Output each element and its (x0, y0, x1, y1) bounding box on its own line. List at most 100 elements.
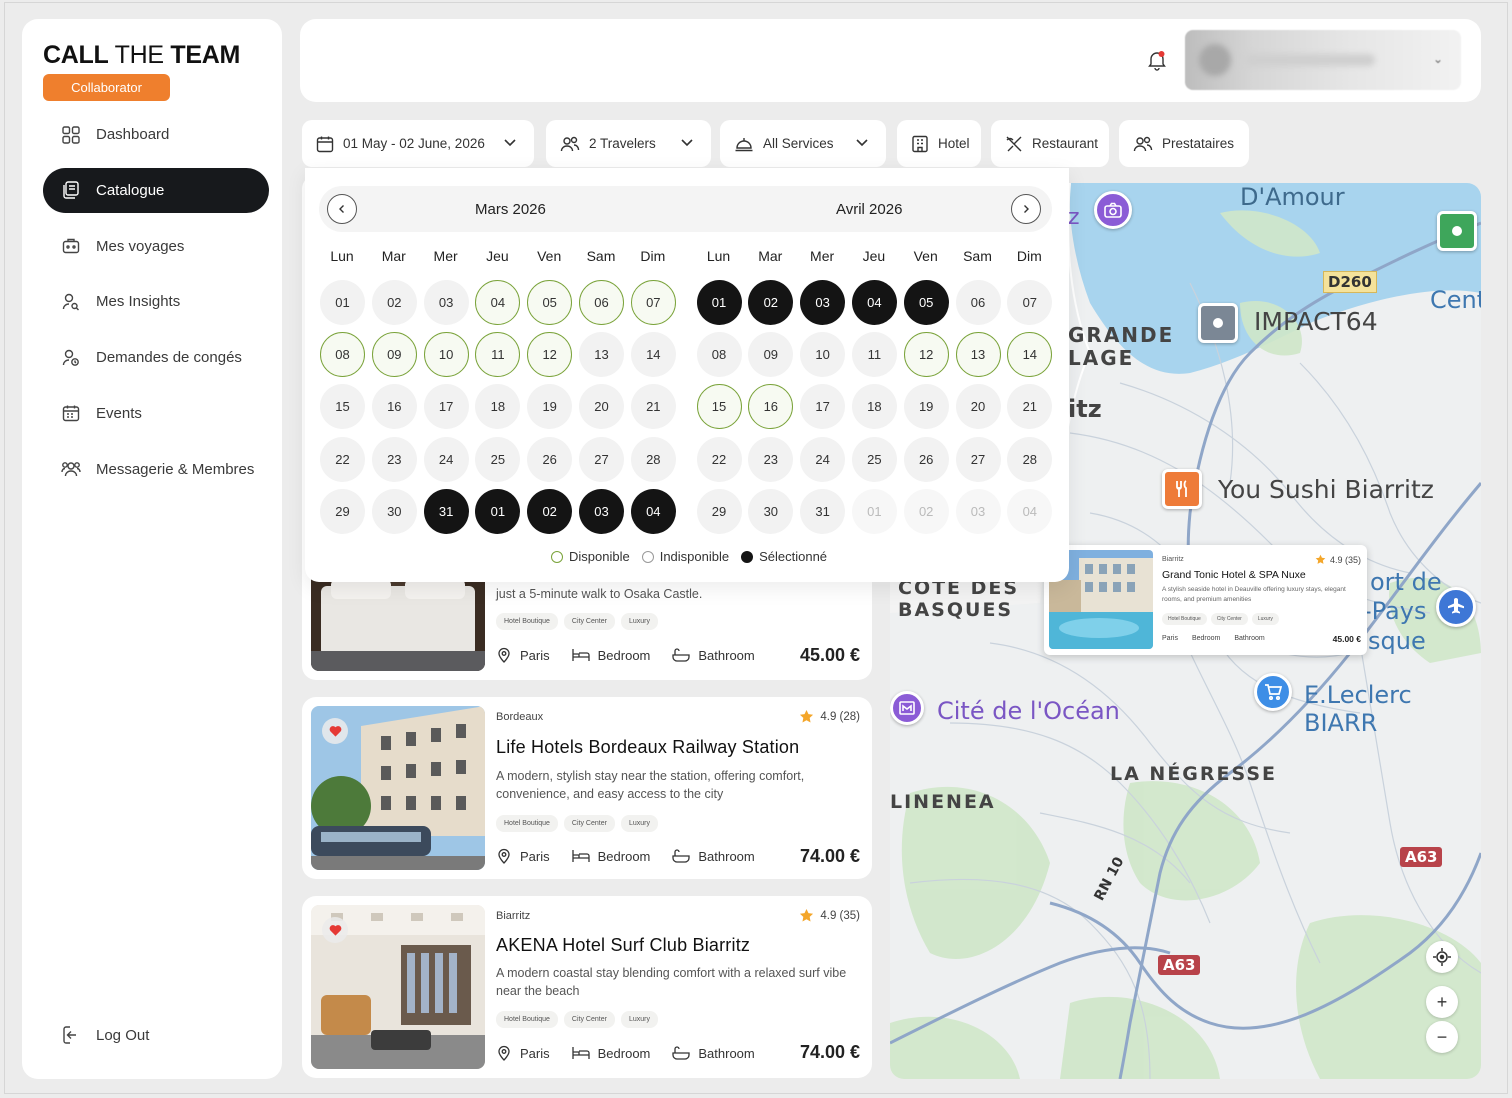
role-badge: Collaborator (43, 74, 170, 101)
sidebar-item-label: Demandes de congés (96, 349, 242, 367)
venue-pin-icon[interactable] (1198, 303, 1238, 343)
march-day-cell[interactable]: 04 (630, 488, 676, 534)
april-day-cell: 24 (800, 436, 846, 482)
favorite-button[interactable] (322, 917, 348, 943)
favorite-button[interactable] (322, 718, 348, 744)
notification-bell-icon[interactable] (1146, 49, 1168, 71)
march-day-cell[interactable]: 02 (527, 488, 573, 534)
tag: Hotel Boutique (1162, 613, 1207, 625)
zoom-in-button[interactable]: + (1426, 986, 1458, 1018)
sidebar-item-mes-insights[interactable]: Mes Insights (43, 279, 269, 324)
april-weekday-header: Jeu (862, 248, 886, 264)
star-icon (800, 908, 814, 922)
hotel-bedroom: Bedroom (597, 647, 651, 663)
march-day-cell[interactable]: 11 (475, 332, 521, 378)
month-title-left: Mars 2026 (475, 201, 546, 218)
tag: City Center (563, 1011, 615, 1028)
march-day-cell[interactable]: 31 (423, 488, 469, 534)
march-weekday-header: Mer (433, 248, 458, 264)
april-day-cell[interactable]: 12 (903, 332, 949, 378)
march-day-cell[interactable]: 07 (630, 280, 676, 325)
march-day-cell[interactable]: 01 (475, 488, 521, 534)
march-day-cell: 03 (423, 280, 469, 325)
sidebar-item-events[interactable]: Events (43, 391, 269, 436)
sidebar-item-label: Catalogue (96, 181, 165, 199)
map-hotel-popup[interactable]: Biarritz 4.9 (35) Grand Tonic Hotel & SP… (1044, 545, 1367, 655)
april-day-cell: 23 (748, 436, 794, 482)
restaurant-filter-button[interactable]: Restaurant (991, 120, 1109, 167)
tag: Luxury (620, 815, 658, 832)
sidebar-item-catalogue[interactable]: Catalogue (43, 167, 269, 213)
hotel-meta: Paris Bedroom Bathroom (496, 647, 777, 663)
april-day-cell[interactable]: 14 (1007, 332, 1053, 378)
april-weekday-header: Mar (758, 248, 783, 264)
sidebar-item-label: Mes Insights (96, 293, 181, 311)
date-range-value: 01 May - 02 June, 2026 (343, 136, 485, 151)
april-day-cell: 11 (851, 332, 897, 378)
april-day-cell: 31 (800, 488, 846, 534)
april-day-cell[interactable]: 05 (903, 280, 949, 325)
april-day-cell[interactable]: 15 (696, 384, 742, 430)
march-day-cell[interactable]: 06 (579, 280, 624, 325)
hotel-card[interactable]: Biarritz 4.9 (35) AKENA Hotel Surf Club … (302, 896, 872, 1078)
sidebar-item-dashboard[interactable]: Dashboard (43, 112, 269, 157)
hotel-card[interactable]: Bordeaux 4.9 (28) Life Hotels Bordeaux R… (302, 697, 872, 879)
date-range-select[interactable]: 01 May - 02 June, 2026 (302, 120, 534, 167)
user-profile-menu[interactable]: ⌄ (1185, 30, 1461, 90)
museum-pin-icon[interactable] (890, 691, 924, 725)
park-pin-icon[interactable] (1437, 211, 1477, 251)
sidebar: CALL THE TEAM Collaborator Dashboard Cat… (22, 19, 282, 1079)
march-day-cell[interactable]: 08 (320, 332, 365, 378)
airport-pin-icon[interactable] (1436, 587, 1476, 627)
march-day-cell: 26 (527, 436, 573, 482)
march-day-cell[interactable]: 05 (527, 280, 573, 325)
april-day-cell[interactable]: 04 (851, 280, 897, 325)
hotel-rating-value: 4.9 (35) (820, 909, 860, 922)
services-select[interactable]: All Services (720, 120, 886, 167)
april-day-cell: 08 (696, 332, 742, 378)
hotel-filter-button[interactable]: Hotel (897, 120, 981, 167)
sidebar-item-demandes-conges[interactable]: Demandes de congés (43, 335, 269, 380)
prev-month-button[interactable] (327, 194, 357, 224)
camera-pin-icon[interactable] (1094, 191, 1132, 229)
brand-logo[interactable]: CALL THE TEAM (43, 41, 240, 70)
prestataires-filter-button[interactable]: Prestataires (1119, 120, 1249, 167)
march-day-cell[interactable]: 03 (579, 488, 624, 534)
service-bell-icon (735, 137, 753, 151)
april-day-cell[interactable]: 01 (696, 280, 742, 325)
map-label: LA NÉGRESSE (1110, 763, 1278, 785)
march-day-cell[interactable]: 12 (527, 332, 573, 378)
tag: City Center (563, 815, 615, 832)
map-label: You Sushi Biarritz (1218, 475, 1434, 504)
zoom-out-button[interactable]: − (1426, 1021, 1458, 1053)
sidebar-item-messagerie[interactable]: Messagerie & Membres (43, 447, 269, 492)
restaurant-pin-icon[interactable] (1162, 469, 1202, 509)
april-day-cell[interactable]: 13 (955, 332, 1001, 378)
logout-button[interactable]: Log Out (62, 1025, 149, 1045)
march-day-cell: 20 (579, 384, 624, 430)
chevron-down-icon (504, 139, 516, 147)
march-day-cell: 01 (320, 280, 365, 325)
april-day-cell[interactable]: 16 (748, 384, 794, 430)
legend-unavailable-dot (641, 550, 654, 563)
legend-unavailable: Indisponible (659, 549, 730, 564)
next-month-button[interactable] (1011, 194, 1041, 224)
march-day-cell[interactable]: 10 (423, 332, 469, 378)
hotel-title[interactable]: Life Hotels Bordeaux Railway Station (496, 737, 799, 758)
users-icon (61, 459, 81, 479)
locate-me-button[interactable] (1426, 941, 1458, 973)
march-day-cell[interactable]: 04 (475, 280, 521, 325)
sidebar-item-mes-voyages[interactable]: Mes voyages (43, 224, 269, 269)
march-day-cell: 22 (320, 436, 365, 482)
hotel-title[interactable]: AKENA Hotel Surf Club Biarritz (496, 935, 750, 956)
march-day-cell: 15 (320, 384, 365, 430)
april-day-cell: 17 (800, 384, 846, 430)
march-day-cell[interactable]: 09 (371, 332, 417, 378)
april-day-cell[interactable]: 03 (800, 280, 846, 325)
march-day-cell: 17 (423, 384, 469, 430)
april-day-cell[interactable]: 02 (748, 280, 794, 325)
march-day-cell: 16 (371, 384, 417, 430)
travelers-select[interactable]: 2 Travelers (546, 120, 711, 167)
bathtub-icon (672, 849, 691, 863)
shopping-cart-pin-icon[interactable] (1254, 673, 1292, 711)
